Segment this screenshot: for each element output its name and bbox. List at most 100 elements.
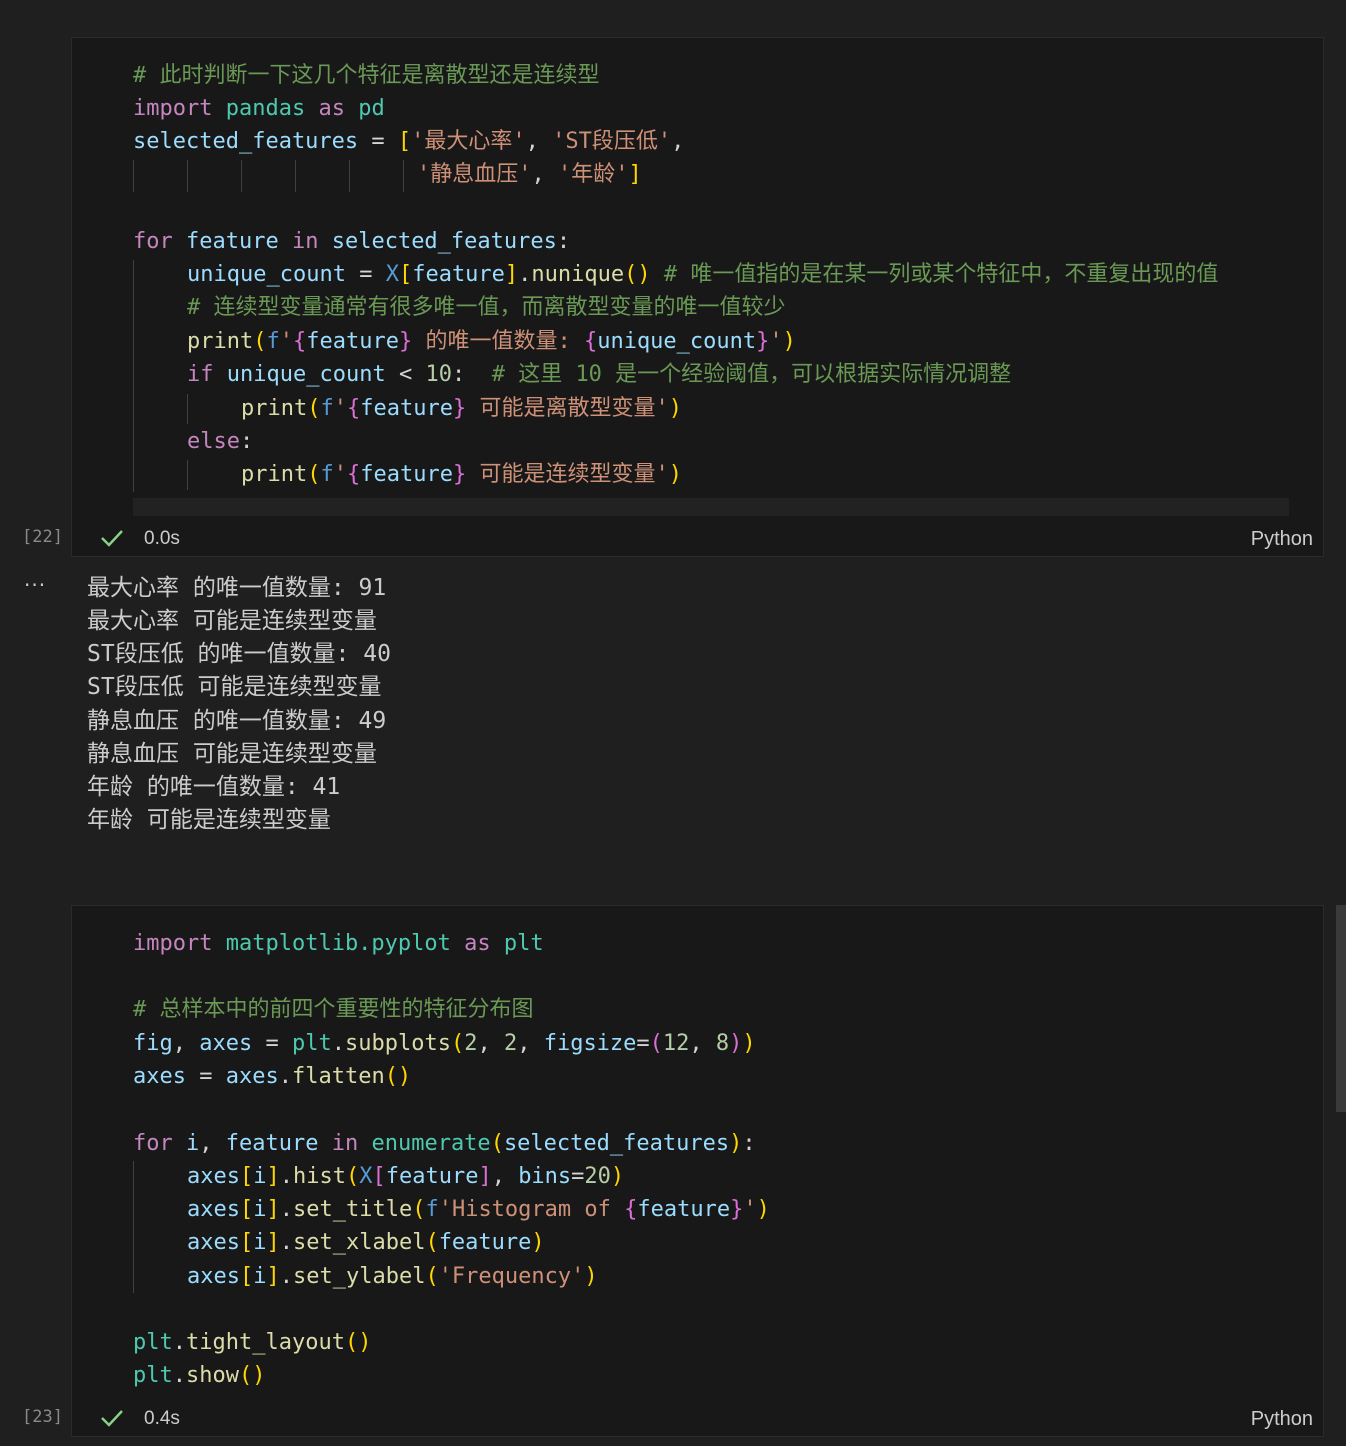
bracket: } xyxy=(756,329,770,354)
bracket: ( xyxy=(490,1131,504,1156)
string: 的唯一值数量: xyxy=(412,329,584,354)
string: '静息血压' xyxy=(417,162,532,187)
code-line[interactable]: '静息血压', '年龄'] xyxy=(417,158,642,191)
string-prefix: f xyxy=(266,329,280,354)
indent-guide xyxy=(241,160,242,192)
string: '最大心率' xyxy=(411,129,526,154)
bracket: ) xyxy=(729,1131,743,1156)
variable: i xyxy=(186,1131,200,1156)
code-line[interactable]: # 连续型变量通常有很多唯一值，而离散型变量的唯一值较少 xyxy=(187,291,786,324)
code-cell-1[interactable]: # 此时判断一下这几个特征是离散型还是连续型 import pandas as … xyxy=(71,37,1324,557)
operator: < xyxy=(385,362,426,387)
string-prefix: f xyxy=(320,396,334,421)
string: 'Frequency' xyxy=(438,1264,585,1289)
keyword: for xyxy=(133,1131,173,1156)
code-line[interactable]: fig, axes = plt.subplots(2, 2, figsize=(… xyxy=(133,1027,756,1060)
bracket: ) xyxy=(531,1230,545,1255)
more-icon[interactable]: ··· xyxy=(24,573,46,597)
string-prefix: f xyxy=(425,1197,439,1222)
code-line[interactable]: print(f'{feature} 的唯一值数量: {unique_count}… xyxy=(187,325,796,358)
execution-count: [22] xyxy=(22,527,63,547)
bracket: () xyxy=(238,1363,266,1388)
bracket: } xyxy=(398,329,413,354)
function-name: tight_layout xyxy=(186,1330,345,1355)
output-line: ST段压低 可能是连续型变量 xyxy=(87,674,382,700)
keyword: import xyxy=(133,96,213,121)
bracket: ] xyxy=(504,262,519,287)
code-line[interactable]: for feature in selected_features: xyxy=(133,225,570,258)
language-selector[interactable]: Python xyxy=(1251,1408,1313,1431)
number: 20 xyxy=(584,1164,611,1189)
code-line[interactable]: plt.show() xyxy=(133,1359,265,1392)
keyword: in xyxy=(331,1131,359,1156)
code-line[interactable]: print(f'{feature} 可能是离散型变量') xyxy=(241,392,682,425)
function-name: set_title xyxy=(292,1197,413,1222)
bracket: [ xyxy=(239,1197,254,1222)
output-line: 年龄 可能是连续型变量 xyxy=(87,807,331,833)
variable: unique_count xyxy=(226,362,386,387)
bracket: ] xyxy=(628,162,642,187)
bracket: () xyxy=(624,262,651,287)
operator: = xyxy=(345,262,386,287)
code-line[interactable]: # 总样本中的前四个重要性的特征分布图 xyxy=(133,993,534,1026)
keyword-argument: bins xyxy=(518,1164,572,1189)
keyword: else xyxy=(187,429,240,454)
code-line[interactable]: plt.tight_layout() xyxy=(133,1326,371,1359)
cell-status-bar: 0.4s Python xyxy=(72,1402,1323,1436)
bracket: { xyxy=(346,396,361,421)
code-line[interactable]: axes[i].hist(X[feature], bins=20) xyxy=(187,1160,624,1193)
active-line-highlight xyxy=(133,498,1289,516)
code-line[interactable]: import matplotlib.pyplot as plt xyxy=(133,927,544,960)
bracket: [ xyxy=(239,1264,254,1289)
bracket: ) xyxy=(668,462,682,487)
string: ' xyxy=(279,329,293,354)
variable: X xyxy=(359,1164,373,1189)
variable: feature xyxy=(438,1230,532,1255)
variable: feature xyxy=(225,1131,319,1156)
keyword: for xyxy=(133,229,173,254)
operator: . xyxy=(279,1164,293,1189)
code-line[interactable]: axes[i].set_xlabel(feature) xyxy=(187,1226,545,1259)
vertical-scrollbar[interactable] xyxy=(1336,905,1346,1112)
string: 可能是连续型变量' xyxy=(466,462,669,487)
code-line[interactable]: axes[i].set_title(f'Histogram of {featur… xyxy=(187,1193,770,1226)
bracket: } xyxy=(452,396,467,421)
code-line[interactable]: for i, feature in enumerate(selected_fea… xyxy=(133,1127,756,1160)
operator: . xyxy=(278,1064,292,1089)
execution-duration: 0.0s xyxy=(144,528,180,549)
code-line[interactable]: # 此时判断一下这几个特征是离散型还是连续型 xyxy=(133,59,600,92)
bracket: [ xyxy=(372,1164,386,1189)
code-line[interactable]: print(f'{feature} 可能是连续型变量') xyxy=(241,458,682,491)
code-cell-2[interactable]: import matplotlib.pyplot as plt # 总样本中的前… xyxy=(71,905,1324,1437)
code-line[interactable]: import pandas as pd xyxy=(133,92,385,125)
code-line[interactable]: axes[i].set_ylabel('Frequency') xyxy=(187,1260,598,1293)
bracket: { xyxy=(292,329,307,354)
variable: i xyxy=(253,1264,267,1289)
operator: = xyxy=(636,1031,650,1056)
punctuation: : xyxy=(556,229,571,254)
variable: selected_features xyxy=(133,129,359,154)
bracket: } xyxy=(730,1197,744,1222)
bracket: ) xyxy=(668,396,682,421)
variable: axes xyxy=(199,1031,253,1056)
punctuation: , xyxy=(172,1031,200,1056)
comment: # 此时判断一下这几个特征是离散型还是连续型 xyxy=(133,63,600,88)
bracket: ] xyxy=(266,1164,280,1189)
variable: feature xyxy=(360,396,453,421)
code-line[interactable]: if unique_count < 10: # 这里 10 是一个经验阈值，可以… xyxy=(187,358,1011,391)
number: 10 xyxy=(425,362,452,387)
language-selector[interactable]: Python xyxy=(1251,528,1313,551)
indent-guide xyxy=(403,160,404,192)
comment: # 唯一值指的是在某一列或某个特征中，不重复出现的值 xyxy=(663,262,1219,287)
code-line[interactable]: else: xyxy=(187,425,253,458)
variable: axes xyxy=(133,1064,186,1089)
code-line[interactable]: axes = axes.flatten() xyxy=(133,1060,411,1093)
bracket: [ xyxy=(239,1164,254,1189)
comment: # 总样本中的前四个重要性的特征分布图 xyxy=(133,997,534,1022)
function-name: set_xlabel xyxy=(292,1230,426,1255)
punctuation: : xyxy=(742,1131,756,1156)
code-line[interactable]: unique_count = X[feature].nunique() # 唯一… xyxy=(187,258,1218,291)
code-line[interactable]: selected_features = ['最大心率', 'ST段压低', xyxy=(133,125,684,158)
variable: feature xyxy=(412,262,505,287)
variable: unique_count xyxy=(597,329,757,354)
